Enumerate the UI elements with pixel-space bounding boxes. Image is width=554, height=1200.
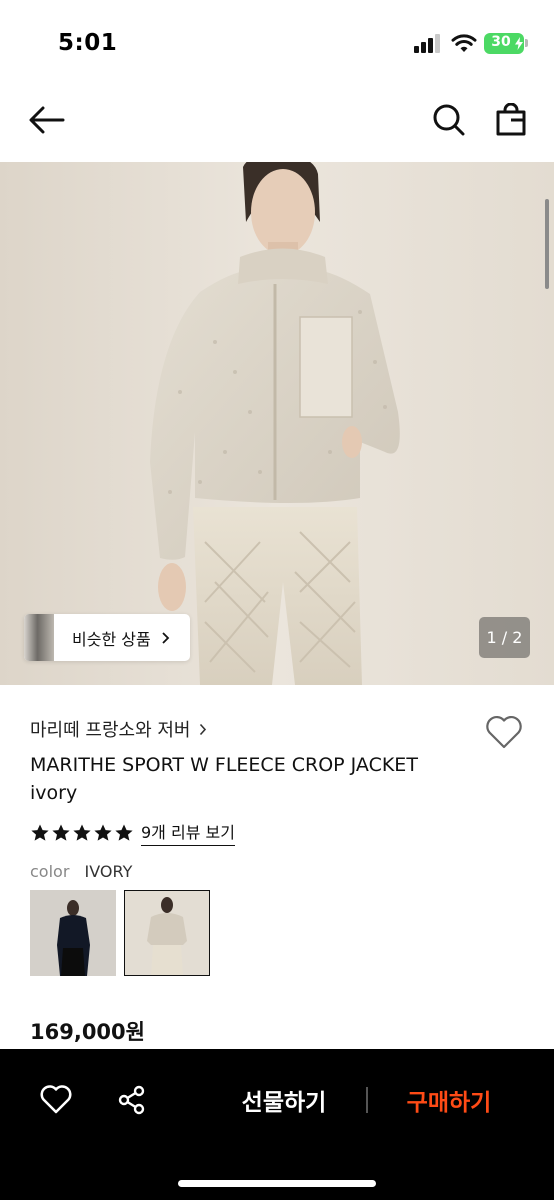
heart-icon bbox=[40, 1085, 72, 1114]
color-row: color IVORY bbox=[30, 862, 132, 881]
wifi-icon bbox=[451, 32, 477, 54]
chevron-right-icon bbox=[200, 723, 207, 735]
brand-name: 마리떼 프랑소와 저버 bbox=[30, 720, 191, 741]
gift-button[interactable]: 선물하기 bbox=[225, 1080, 343, 1120]
search-button[interactable] bbox=[427, 98, 471, 142]
color-swatch-navy[interactable] bbox=[30, 890, 116, 976]
color-swatch-ivory[interactable] bbox=[124, 890, 210, 976]
similar-products-label: 비슷한 상품 bbox=[72, 629, 151, 649]
color-value: IVORY bbox=[84, 862, 133, 881]
star-icon bbox=[52, 824, 70, 841]
rating-row: 9개 리뷰 보기 bbox=[30, 819, 235, 846]
arrow-left-icon bbox=[29, 106, 65, 134]
buy-button[interactable]: 구매하기 bbox=[390, 1080, 508, 1120]
similar-products-button[interactable]: 비슷한 상품 bbox=[24, 614, 190, 661]
charging-bolt-icon bbox=[515, 37, 523, 50]
share-icon bbox=[118, 1085, 145, 1115]
star-icon bbox=[73, 824, 91, 841]
action-divider bbox=[366, 1087, 368, 1113]
similar-products-thumbnail bbox=[24, 614, 54, 661]
image-page-indicator: 1 / 2 bbox=[479, 617, 530, 658]
reviews-link[interactable]: 9개 리뷰 보기 bbox=[141, 819, 235, 846]
product-price: 169,000원 bbox=[30, 1020, 145, 1044]
status-bar: 5:01 30 bbox=[0, 0, 554, 80]
product-photo bbox=[0, 162, 554, 685]
app-header bbox=[0, 80, 554, 162]
product-image-carousel[interactable] bbox=[0, 162, 554, 685]
shopping-bag-icon bbox=[496, 103, 526, 136]
star-rating bbox=[30, 823, 135, 843]
bottom-action-bar: 선물하기 구매하기 bbox=[0, 1049, 554, 1200]
like-button[interactable] bbox=[36, 1080, 76, 1120]
share-button[interactable] bbox=[112, 1080, 152, 1120]
battery-icon: 30 bbox=[484, 33, 524, 54]
cart-button[interactable] bbox=[489, 98, 533, 142]
product-title: MARITHE SPORT W FLEECE CROP JACKET ivory bbox=[30, 754, 418, 804]
chevron-right-icon bbox=[162, 631, 169, 644]
star-icon bbox=[31, 824, 49, 841]
scroll-indicator[interactable] bbox=[545, 199, 549, 289]
heart-outline-icon bbox=[486, 716, 522, 749]
home-indicator[interactable] bbox=[178, 1180, 376, 1187]
status-time: 5:01 bbox=[58, 30, 118, 56]
wishlist-button[interactable] bbox=[483, 711, 525, 753]
search-icon bbox=[433, 104, 465, 136]
battery-cap bbox=[525, 39, 528, 47]
brand-link[interactable]: 마리떼 프랑소와 저버 bbox=[30, 716, 207, 742]
back-button[interactable] bbox=[25, 98, 69, 142]
swatch-image-ivory bbox=[125, 891, 209, 975]
battery-level: 30 bbox=[491, 34, 511, 50]
star-icon bbox=[94, 824, 112, 841]
swatch-image-navy bbox=[30, 890, 116, 976]
color-label: color bbox=[30, 862, 70, 881]
star-icon bbox=[115, 824, 133, 841]
cellular-signal-icon bbox=[414, 34, 442, 53]
